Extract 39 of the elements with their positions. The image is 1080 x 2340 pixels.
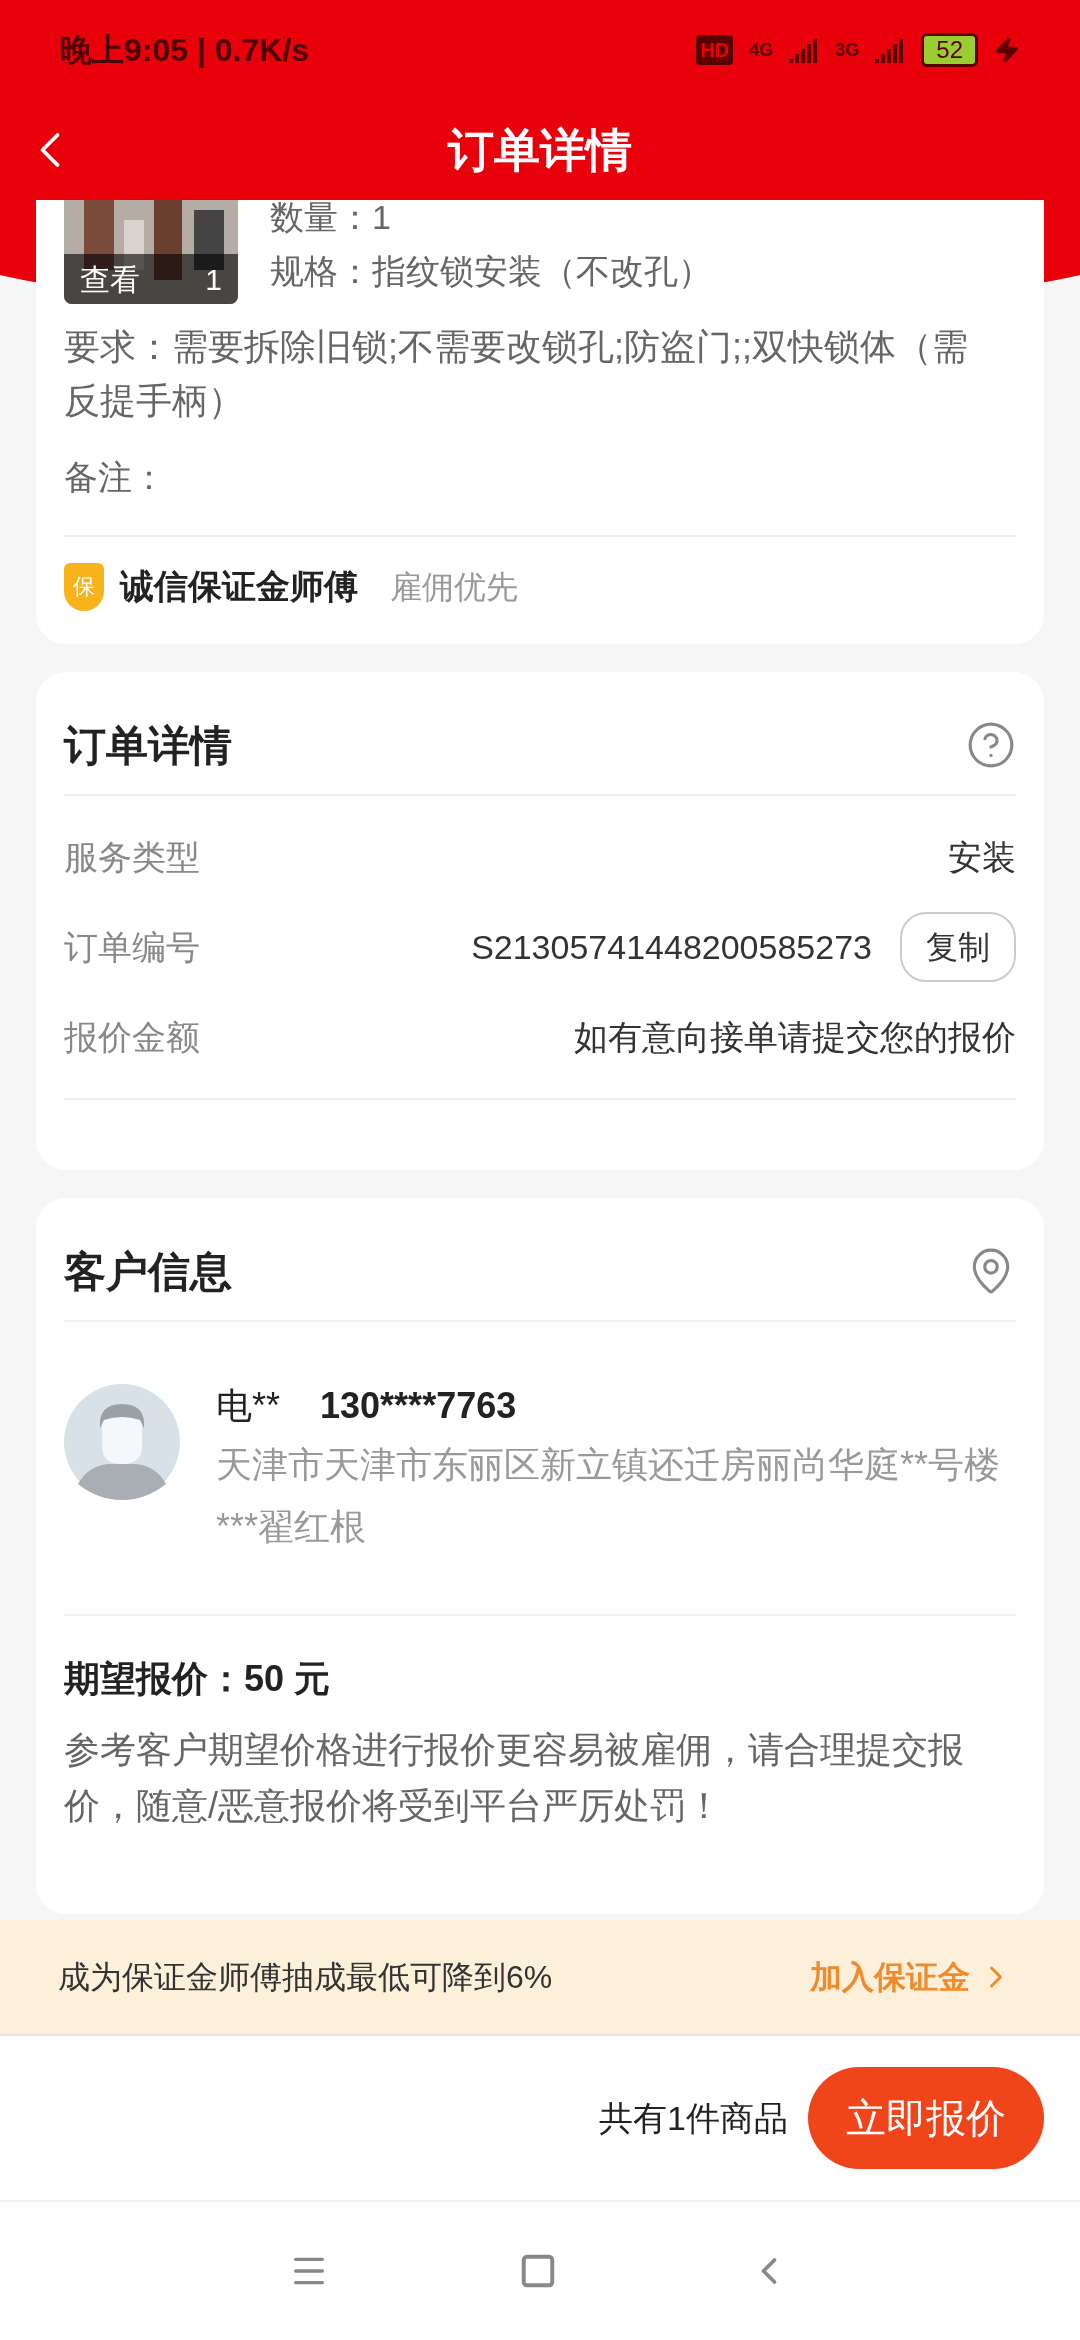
row-label: 订单编号 [64, 926, 200, 968]
hd-label: HD [696, 35, 734, 65]
quantity-text: 数量：1 [270, 200, 392, 238]
row-value: S21305741448200585273 [471, 926, 872, 968]
customer-address: 天津市天津市东丽区新立镇还迁房丽尚华庭**号楼***翟红根 [216, 1443, 1002, 1549]
signal-icon [789, 37, 820, 63]
avatar-icon [64, 1384, 180, 1500]
row-value: 如有意向接单请提交您的报价 [574, 1016, 1016, 1058]
spec-text: 规格：指纹锁安装（不改孔） [270, 251, 712, 292]
customer-phone: 130****7763 [320, 1384, 517, 1428]
item-count: 共有1件商品 [599, 2097, 788, 2139]
copy-button[interactable]: 复制 [900, 912, 1016, 982]
section-title: 订单详情 [64, 720, 232, 771]
expected-price: 期望报价：50 元 [64, 1657, 332, 1701]
battery-level: 52 [921, 33, 978, 67]
quote-button[interactable]: 立即报价 [808, 2067, 1044, 2169]
badge-subtitle: 雇佣优先 [390, 567, 518, 607]
photo-count: 1 [205, 261, 222, 298]
section-title: 客户信息 [64, 1246, 232, 1297]
home-icon[interactable] [519, 2252, 557, 2290]
note-text: 备注： [64, 452, 1016, 537]
customer-name: 电** [216, 1384, 281, 1428]
promo-text: 成为保证金师傅抽成最低可降到6% [58, 1958, 553, 1997]
product-thumbnail[interactable]: 查看 1 [64, 200, 238, 304]
status-time: 晚上9:05 | 0.7K/s [60, 31, 310, 70]
price-notice: 参考客户期望价格进行报价更容易被雇佣，请合理提交报价，随意/恶意报价将受到平台严厉处罚！ [64, 1728, 965, 1828]
requirement-text: 要求：需要拆除旧锁;不需要改锁孔;防盗门;;双快锁体（需反提手柄） [64, 325, 969, 423]
help-icon[interactable] [966, 720, 1016, 770]
network-label: 4G [749, 38, 774, 62]
signal-icon [875, 37, 906, 63]
view-label: 查看 [80, 261, 140, 298]
row-value: 安装 [948, 836, 1016, 878]
row-label: 服务类型 [64, 836, 200, 878]
page-title: 订单详情 [448, 122, 632, 178]
badge-title: 诚信保证金师傅 [120, 566, 358, 607]
shield-icon: 保 [64, 562, 104, 611]
charging-icon [994, 37, 1020, 63]
row-label: 报价金额 [64, 1016, 200, 1058]
network-label: 3G [835, 38, 860, 62]
